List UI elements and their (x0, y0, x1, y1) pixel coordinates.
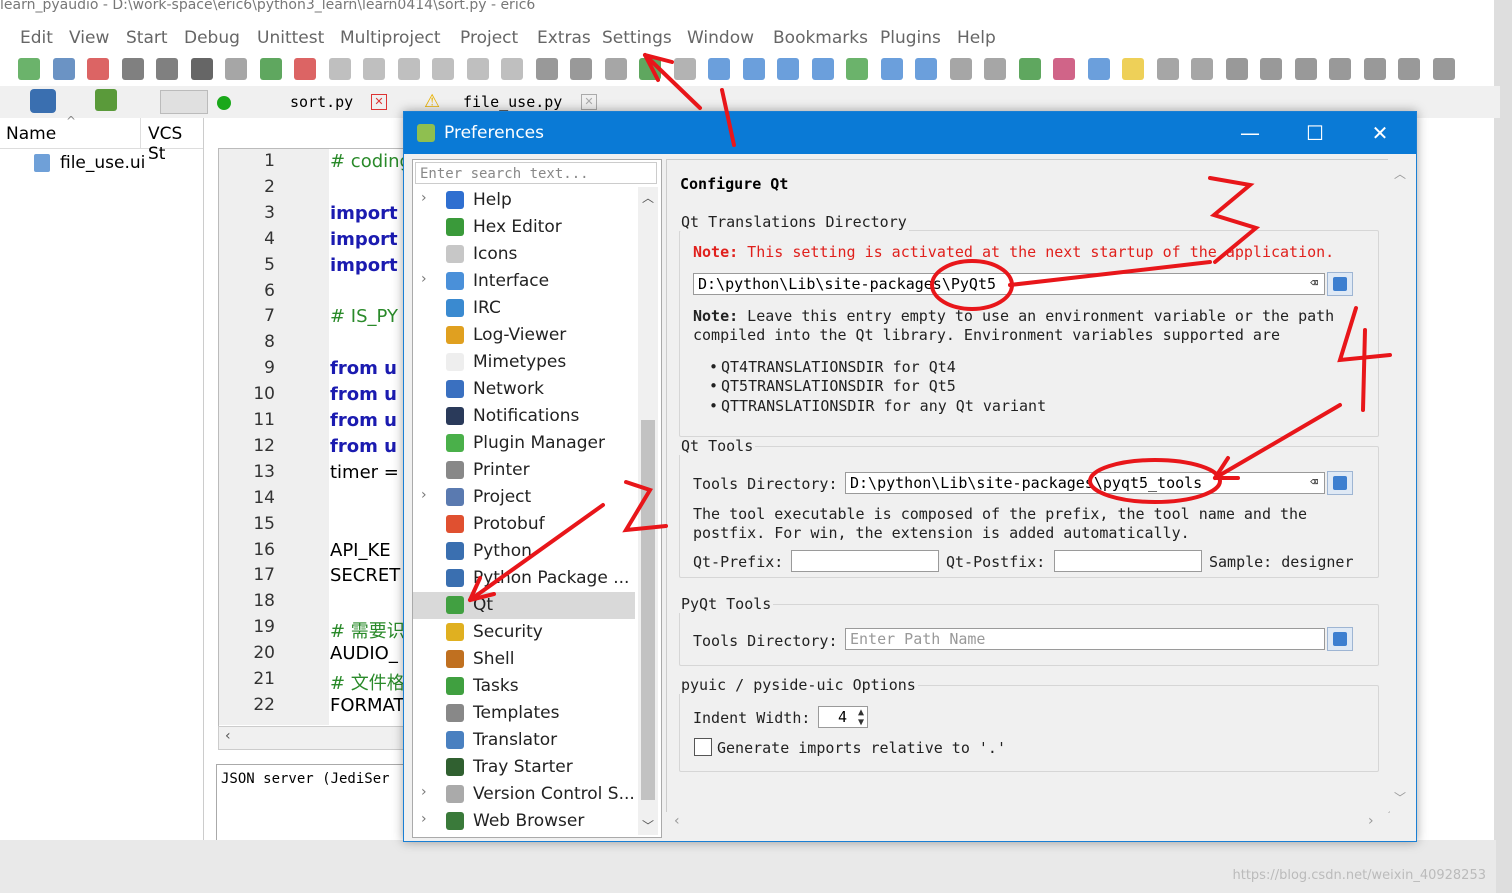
digit-2-stroke (622, 480, 668, 533)
annotation-4: 4 (3, 0, 4, 1)
digit-1-stroke (720, 88, 736, 147)
arrow-3 (1008, 260, 1212, 287)
arrow-2 (468, 503, 605, 602)
watermark: https://blog.csdn.net/weixin_40928253 (1232, 868, 1486, 883)
digit-3-stroke (1208, 176, 1261, 264)
digit-4-stroke (1337, 306, 1392, 412)
arrow-4 (1213, 403, 1342, 480)
circle-pyqt5 (930, 259, 1014, 311)
annotation-layer (468, 53, 1392, 602)
circle-pyqt5-tools (1088, 458, 1222, 504)
